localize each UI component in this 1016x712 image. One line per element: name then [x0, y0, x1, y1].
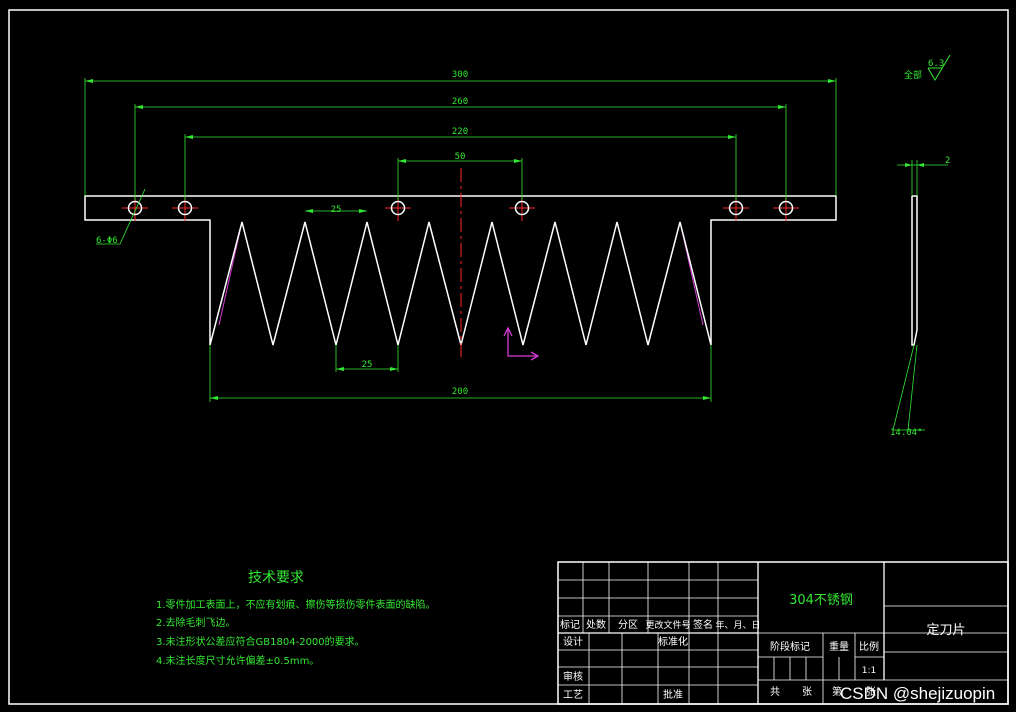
dim-center-hole-span: 50	[455, 152, 466, 162]
surface-finish-symbol: 全部 6.3	[904, 54, 951, 81]
dim-tooth-pitch-top: 25	[331, 205, 342, 215]
tb-material: 304不锈钢	[789, 593, 853, 608]
dim-outer-hole-span: 260	[452, 97, 468, 107]
tb-header: 签名	[693, 618, 713, 631]
tb-row-review: 审核	[563, 670, 583, 683]
watermark: CSDN @shejizuopin	[840, 684, 995, 703]
ucs-icon	[503, 326, 540, 361]
tb-standardization: 标准化	[658, 635, 688, 648]
tech-requirement-item: 4.未注长度尺寸允许偏差±0.5mm。	[156, 654, 319, 667]
tb-header: 年、月、日	[715, 619, 760, 631]
tb-header: 处数	[586, 618, 606, 631]
tb-weight: 重量	[829, 640, 849, 653]
tech-requirement-item: 1.零件加工表面上，不应有划痕、擦伤等损伤零件表面的缺陷。	[156, 598, 436, 611]
blade-front-view	[84, 168, 837, 360]
tb-stage-mark: 阶段标记	[770, 640, 810, 653]
tb-row-process: 工艺	[563, 689, 583, 701]
tb-scale-value: 1:1	[862, 666, 876, 676]
dim-tooth-pitch-bottom: 25	[362, 360, 373, 370]
dim-toothed-length: 200	[452, 387, 468, 397]
side-view: 2 14.04°	[890, 156, 950, 438]
tech-requirements: 技术要求 1.零件加工表面上，不应有划痕、擦伤等损伤零件表面的缺陷。 2.去除毛…	[156, 570, 436, 667]
surface-finish-value: 6.3	[928, 59, 944, 69]
tb-scale-label: 比例	[859, 640, 879, 653]
drawing-canvas: 300 260 220 50 25 25 200 6-Φ6 2 14.04° 全…	[8, 9, 1009, 705]
dim-edge-angle: 14.04°	[890, 428, 923, 438]
tb-sheets-unit: 张	[802, 686, 812, 698]
tb-sheets-total: 共	[770, 686, 780, 698]
tech-requirement-item: 3.未注形状公差应符合GB1804-2000的要求。	[156, 635, 365, 648]
dim-inner-hole-span: 220	[452, 127, 468, 137]
tb-row-design: 设计	[563, 635, 583, 648]
surface-finish-label: 全部	[904, 69, 922, 81]
tb-header: 分区	[618, 619, 638, 631]
tb-header: 更改文件号	[645, 619, 690, 631]
tb-header: 标记	[560, 619, 580, 631]
tb-part-name: 定刀片	[926, 623, 965, 638]
dim-thickness: 2	[945, 156, 950, 166]
dim-hole-callout: 6-Φ6	[96, 236, 118, 246]
tb-approval: 批准	[663, 688, 683, 701]
title-block: 标记 处数 分区 更改文件号 签名 年、月、日 设计 审核 工艺 标准化 批准 …	[557, 561, 1009, 705]
dim-overall-length: 300	[452, 70, 468, 80]
tech-requirement-item: 2.去除毛刺飞边。	[156, 616, 236, 629]
tech-requirements-title: 技术要求	[248, 570, 304, 586]
